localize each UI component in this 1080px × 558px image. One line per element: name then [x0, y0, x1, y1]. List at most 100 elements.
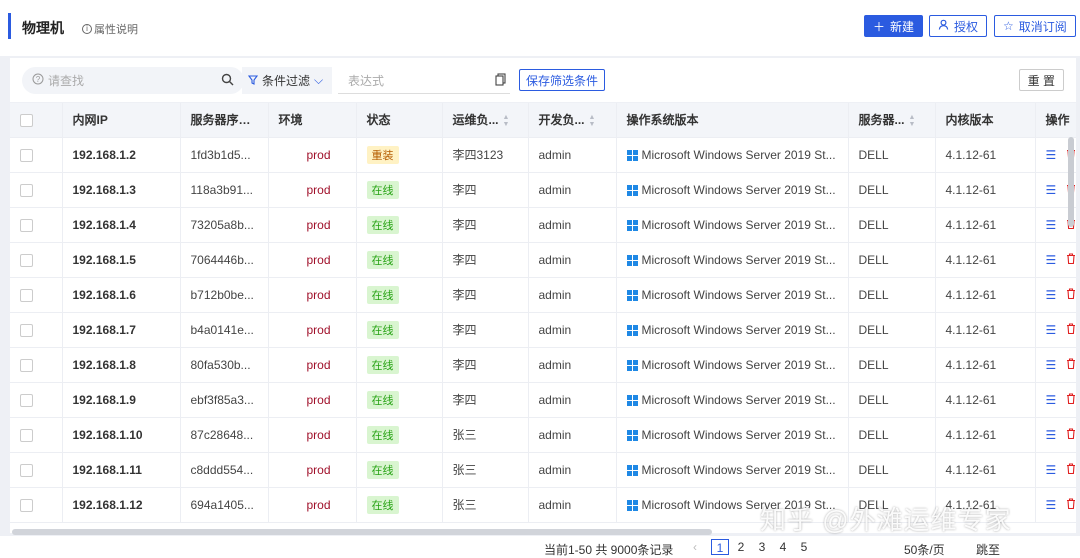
- trash-icon[interactable]: [1066, 427, 1076, 442]
- row-checkbox[interactable]: [20, 323, 33, 337]
- table-row[interactable]: 192.168.1.7 b4a0141e... prod 在线 李四 admin Micro…: [10, 312, 1076, 348]
- col-header-kernel[interactable]: 内核版本: [935, 103, 1036, 138]
- trash-icon[interactable]: [1066, 287, 1076, 302]
- row-select-cell[interactable]: [10, 312, 63, 348]
- trash-icon[interactable]: [1066, 497, 1076, 512]
- row-checkbox[interactable]: [20, 218, 33, 232]
- vertical-scrollbar[interactable]: [1068, 137, 1074, 227]
- select-all-cell[interactable]: [10, 103, 63, 138]
- table-row[interactable]: 192.168.1.10 87c28648... prod 在线 张三 admin Micr…: [10, 417, 1076, 453]
- table-row[interactable]: 192.168.1.6 b712b0be... prod 在线 李四 admin Micro…: [10, 277, 1076, 313]
- expression-input[interactable]: 表达式: [338, 67, 510, 94]
- table-row[interactable]: 192.168.1.8 80fa530b... prod 在线 李四 admin Micro…: [10, 347, 1076, 383]
- row-select-cell[interactable]: [10, 207, 63, 243]
- col-header-ops-owner[interactable]: 运维负... ▲ ▼: [442, 103, 529, 138]
- row-select-cell[interactable]: [10, 347, 63, 383]
- cell-ip[interactable]: 192.168.1.12: [62, 487, 181, 523]
- new-button[interactable]: ＋ 新建: [864, 15, 924, 37]
- row-select-cell[interactable]: [10, 452, 63, 488]
- col-header-dev-owner[interactable]: 开发负... ▲ ▼: [528, 103, 617, 138]
- row-checkbox[interactable]: [20, 253, 33, 267]
- cell-ip[interactable]: 192.168.1.5: [62, 242, 181, 278]
- sort-icon[interactable]: ▲ ▼: [909, 114, 916, 128]
- row-checkbox[interactable]: [20, 498, 33, 512]
- condition-filter-dropdown[interactable]: 条件过滤 ⌵: [242, 67, 332, 94]
- col-header-status[interactable]: 状态: [356, 103, 443, 138]
- list-icon[interactable]: ☰: [1046, 428, 1057, 442]
- cell-ip[interactable]: 192.168.1.2: [62, 137, 181, 173]
- list-icon[interactable]: ☰: [1046, 218, 1057, 232]
- trash-icon[interactable]: [1066, 252, 1076, 267]
- row-checkbox[interactable]: [20, 463, 33, 477]
- row-checkbox[interactable]: [20, 358, 33, 372]
- trash-icon[interactable]: [1066, 462, 1076, 477]
- row-select-cell[interactable]: [10, 417, 63, 453]
- cell-vendor: DELL: [848, 277, 936, 313]
- row-select-cell[interactable]: [10, 487, 63, 523]
- page-4[interactable]: 4: [774, 539, 792, 555]
- list-icon[interactable]: ☰: [1046, 498, 1057, 512]
- col-header-env[interactable]: 环境: [268, 103, 357, 138]
- horizontal-scrollbar[interactable]: [12, 529, 712, 535]
- row-checkbox[interactable]: [20, 428, 33, 442]
- col-header-ip[interactable]: 内网IP: [62, 103, 181, 138]
- cell-ip[interactable]: 192.168.1.10: [62, 417, 181, 453]
- list-icon[interactable]: ☰: [1046, 148, 1057, 162]
- select-all-checkbox[interactable]: [20, 113, 33, 127]
- row-select-cell[interactable]: [10, 172, 63, 208]
- row-select-cell[interactable]: [10, 277, 63, 313]
- list-icon[interactable]: ☰: [1046, 463, 1057, 477]
- table-row[interactable]: 192.168.1.2 1fd3b1d5... prod 重装 李四3123 admin M…: [10, 137, 1076, 173]
- row-select-cell[interactable]: [10, 382, 63, 418]
- cell-ip[interactable]: 192.168.1.7: [62, 312, 181, 348]
- list-icon[interactable]: ☰: [1046, 393, 1057, 407]
- search-input[interactable]: ? 请查找: [22, 67, 244, 94]
- row-checkbox[interactable]: [20, 288, 33, 302]
- list-icon[interactable]: ☰: [1046, 358, 1057, 372]
- row-checkbox[interactable]: [20, 148, 33, 162]
- page-2[interactable]: 2: [732, 539, 750, 555]
- cell-ip[interactable]: 192.168.1.3: [62, 172, 181, 208]
- reset-button[interactable]: 重 置: [1018, 69, 1064, 91]
- table-row[interactable]: 192.168.1.4 73205a8b... prod 在线 李四 admin Micro…: [10, 207, 1076, 243]
- trash-icon[interactable]: [1066, 392, 1076, 407]
- cell-env: prod: [268, 242, 357, 278]
- cell-ip[interactable]: 192.168.1.6: [62, 277, 181, 313]
- row-select-cell[interactable]: [10, 242, 63, 278]
- sort-icon[interactable]: ▲ ▼: [503, 114, 510, 128]
- list-icon[interactable]: ☰: [1046, 323, 1057, 337]
- page-header: 物理机 i 属性说明 ＋ 新建 授权 ☆ 取消订阅: [0, 0, 1080, 56]
- table-row[interactable]: 192.168.1.3 118a3b91... prod 在线 李四 admin Micro…: [10, 172, 1076, 208]
- cell-ip[interactable]: 192.168.1.4: [62, 207, 181, 243]
- search-icon[interactable]: [221, 73, 234, 89]
- page-5[interactable]: 5: [795, 539, 813, 555]
- page-size-select[interactable]: 50条/页: [904, 541, 945, 558]
- unsubscribe-button[interactable]: ☆ 取消订阅: [994, 15, 1076, 37]
- table-row[interactable]: 192.168.1.9 ebf3f85a3... prod 在线 李四 admin Micr…: [10, 382, 1076, 418]
- list-icon[interactable]: ☰: [1046, 253, 1057, 267]
- table-row[interactable]: 192.168.1.11 c8ddd554... prod 在线 张三 admin Micr…: [10, 452, 1076, 488]
- help-link[interactable]: i 属性说明: [82, 21, 138, 37]
- col-header-serial[interactable]: 服务器序列号: [180, 103, 269, 138]
- save-filter-button[interactable]: 保存筛选条件: [519, 69, 606, 91]
- list-icon[interactable]: ☰: [1046, 183, 1057, 197]
- table-row[interactable]: 192.168.1.5 7064446b... prod 在线 李四 admin Micro…: [10, 242, 1076, 278]
- page-1[interactable]: 1: [711, 539, 729, 555]
- list-icon[interactable]: ☰: [1046, 288, 1057, 302]
- sort-icon[interactable]: ▲ ▼: [589, 114, 596, 128]
- row-select-cell[interactable]: [10, 137, 63, 173]
- col-header-vendor[interactable]: 服务器... ▲ ▼: [848, 103, 936, 138]
- cell-ip[interactable]: 192.168.1.8: [62, 347, 181, 383]
- row-checkbox[interactable]: [20, 393, 33, 407]
- jump-to-label: 跳至: [976, 543, 1001, 557]
- authorize-button[interactable]: 授权: [929, 15, 988, 37]
- row-checkbox[interactable]: [20, 183, 33, 197]
- trash-icon[interactable]: [1066, 322, 1076, 337]
- cell-ip[interactable]: 192.168.1.9: [62, 382, 181, 418]
- trash-icon[interactable]: [1066, 357, 1076, 372]
- col-header-os[interactable]: 操作系统版本: [616, 103, 849, 138]
- copy-icon[interactable]: [495, 73, 506, 89]
- cell-ip[interactable]: 192.168.1.11: [62, 452, 181, 488]
- prev-page-icon[interactable]: ‹: [693, 540, 697, 554]
- page-3[interactable]: 3: [753, 539, 771, 555]
